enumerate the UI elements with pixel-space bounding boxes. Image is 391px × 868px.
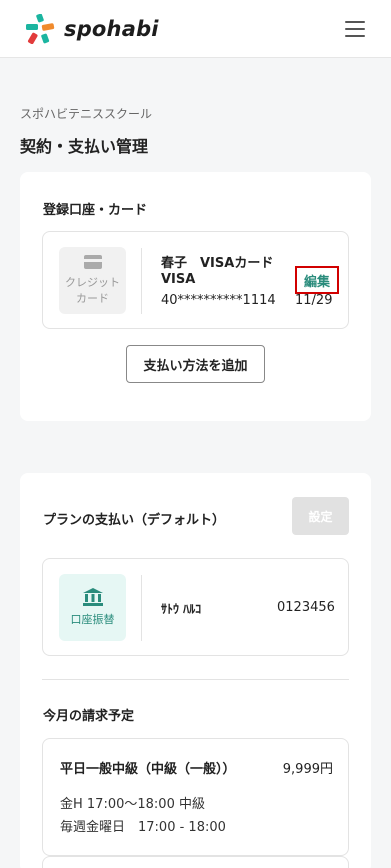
logo-text: spohabi <box>64 17 159 41</box>
edit-card-link[interactable]: 編集 <box>295 266 339 294</box>
divider <box>141 575 142 641</box>
hamburger-menu-icon[interactable] <box>345 21 365 37</box>
bank-transfer-label: 口座振替 <box>70 612 115 626</box>
credit-card-entry: クレジット カード 春子 VISAカード VISA 40**********11… <box>42 231 349 329</box>
plan-payment-heading: プランの支払い（デフォルト） <box>43 513 226 528</box>
billing-weekly-time: 毎週金曜日 17:00 - 18:00 <box>60 820 226 835</box>
spohabi-logo-icon <box>24 13 56 45</box>
bank-transfer-type-tile: 口座振替 <box>59 574 126 641</box>
registered-payment-methods-card: 登録口座・カード クレジット カード 春子 VISAカード VISA 40***… <box>20 172 371 421</box>
monthly-billing-heading: 今月の請求予定 <box>43 709 135 724</box>
bank-account-entry: 口座振替 ｻﾄｳ ﾊﾙｺ 0123456 <box>42 558 349 656</box>
billing-price: 9,999円 <box>282 762 333 777</box>
account-number: 0123456 <box>277 600 335 615</box>
plan-payment-card: プランの支払い（デフォルト） 設定 口座振替 ｻﾄｳ ﾊﾙｺ 0123456 今… <box>20 473 371 868</box>
section-divider <box>42 679 349 680</box>
bank-icon <box>82 587 103 606</box>
credit-card-type-label: クレジット カード <box>65 275 120 305</box>
credit-card-icon <box>83 254 102 269</box>
breadcrumb: スポハビテニススクール <box>20 107 153 121</box>
card-brand: VISA <box>161 272 196 287</box>
page-title: 契約・支払い管理 <box>20 137 149 156</box>
app-logo[interactable]: spohabi <box>24 13 159 45</box>
credit-card-type-tile: クレジット カード <box>59 247 126 314</box>
card-holder-name: 春子 VISAカード <box>161 256 274 271</box>
billing-schedule: 金H 17:00〜18:00 中級 <box>60 797 205 812</box>
add-payment-method-button[interactable]: 支払い方法を追加 <box>126 345 265 383</box>
set-default-button[interactable]: 設定 <box>292 497 349 535</box>
billing-item-next[interactable] <box>42 856 349 868</box>
card-number: 40**********1114 <box>161 293 276 308</box>
registered-methods-heading: 登録口座・カード <box>43 203 148 218</box>
divider <box>141 248 142 314</box>
account-holder-name: ｻﾄｳ ﾊﾙｺ <box>161 602 202 616</box>
billing-plan-name: 平日一般中級（中級（一般）） <box>60 762 236 777</box>
top-navigation-bar: spohabi <box>0 0 391 58</box>
card-expiry: 11/29 <box>295 293 333 308</box>
billing-item[interactable]: 平日一般中級（中級（一般）） 9,999円 金H 17:00〜18:00 中級 … <box>42 738 349 856</box>
